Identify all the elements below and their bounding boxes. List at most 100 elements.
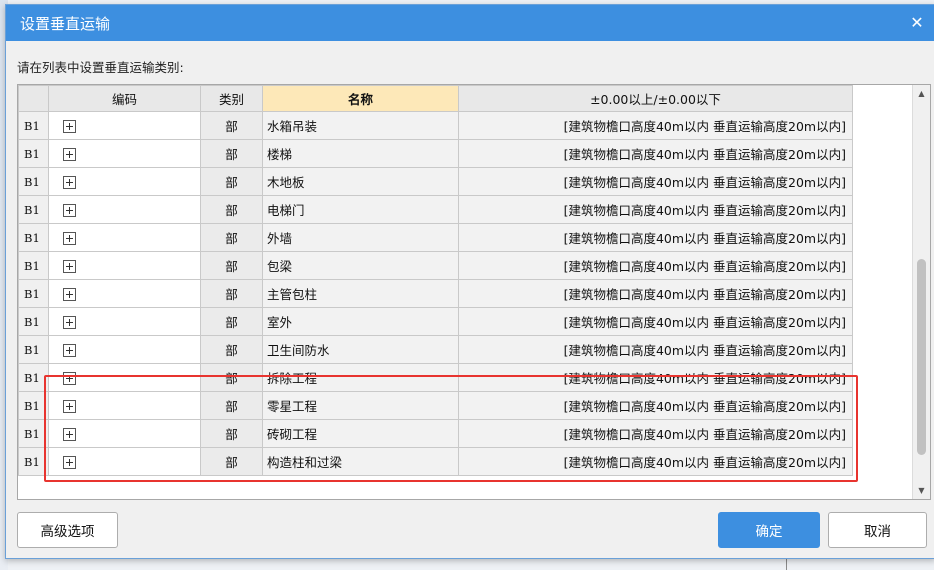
spec-cell[interactable]: [建筑物檐口高度40m以内 垂直运输高度20m以内] — [458, 419, 853, 448]
name-cell[interactable]: 木地板 — [262, 167, 459, 196]
row-id[interactable]: B1 — [18, 167, 49, 196]
row-id[interactable]: B1 — [18, 251, 49, 280]
row-id[interactable]: B1 — [18, 419, 49, 448]
expand-icon[interactable] — [63, 260, 76, 273]
expand-icon[interactable] — [63, 232, 76, 245]
code-cell[interactable] — [48, 195, 201, 224]
table-row[interactable]: B1 部水箱吊装 [建筑物檐口高度40m以内 垂直运输高度20m以内] — [18, 111, 853, 140]
category-cell[interactable]: 部 — [200, 447, 263, 476]
row-id[interactable]: B1 — [18, 111, 49, 140]
row-id[interactable]: B1 — [18, 391, 49, 420]
category-cell[interactable]: 部 — [200, 195, 263, 224]
row-id[interactable]: B1 — [18, 447, 49, 476]
spec-cell[interactable]: [建筑物檐口高度40m以内 垂直运输高度20m以内] — [458, 335, 853, 364]
advanced-options-button[interactable]: 高级选项 — [17, 512, 118, 548]
table-row[interactable]: B1 部主管包柱 [建筑物檐口高度40m以内 垂直运输高度20m以内] — [18, 279, 853, 308]
spec-cell[interactable]: [建筑物檐口高度40m以内 垂直运输高度20m以内] — [458, 139, 853, 168]
expand-icon[interactable] — [63, 148, 76, 161]
scroll-up-icon[interactable]: ▲ — [913, 85, 930, 102]
category-cell[interactable]: 部 — [200, 167, 263, 196]
expand-icon[interactable] — [63, 204, 76, 217]
name-cell[interactable]: 构造柱和过梁 — [262, 447, 459, 476]
category-cell[interactable]: 部 — [200, 223, 263, 252]
category-cell[interactable]: 部 — [200, 307, 263, 336]
spec-cell[interactable]: [建筑物檐口高度40m以内 垂直运输高度20m以内] — [458, 223, 853, 252]
scroll-down-icon[interactable]: ▼ — [913, 482, 930, 499]
expand-icon[interactable] — [63, 372, 76, 385]
table-row[interactable]: B1 部外墙 [建筑物檐口高度40m以内 垂直运输高度20m以内] — [18, 223, 853, 252]
spec-cell[interactable]: [建筑物檐口高度40m以内 垂直运输高度20m以内] — [458, 167, 853, 196]
name-cell[interactable]: 主管包柱 — [262, 279, 459, 308]
category-cell[interactable]: 部 — [200, 363, 263, 392]
spec-cell[interactable]: [建筑物檐口高度40m以内 垂直运输高度20m以内] — [458, 279, 853, 308]
table-row[interactable]: B1 部拆除工程 [建筑物檐口高度40m以内 垂直运输高度20m以内] — [18, 363, 853, 392]
expand-icon[interactable] — [63, 344, 76, 357]
expand-icon[interactable] — [63, 120, 76, 133]
name-cell[interactable]: 砖砌工程 — [262, 419, 459, 448]
row-id[interactable]: B1 — [18, 363, 49, 392]
category-cell[interactable]: 部 — [200, 391, 263, 420]
name-cell[interactable]: 楼梯 — [262, 139, 459, 168]
name-cell[interactable]: 零星工程 — [262, 391, 459, 420]
code-cell[interactable] — [48, 251, 201, 280]
row-id[interactable]: B1 — [18, 139, 49, 168]
name-cell[interactable]: 电梯门 — [262, 195, 459, 224]
row-id[interactable]: B1 — [18, 307, 49, 336]
column-header-category[interactable]: 类别 — [200, 85, 263, 112]
table-row[interactable]: B1 部室外 [建筑物檐口高度40m以内 垂直运输高度20m以内] — [18, 307, 853, 336]
code-cell[interactable] — [48, 447, 201, 476]
spec-cell[interactable]: [建筑物檐口高度40m以内 垂直运输高度20m以内] — [458, 363, 853, 392]
category-cell[interactable]: 部 — [200, 335, 263, 364]
row-id[interactable]: B1 — [18, 195, 49, 224]
table-row[interactable]: B1 部构造柱和过梁 [建筑物檐口高度40m以内 垂直运输高度20m以内] — [18, 447, 853, 476]
category-cell[interactable]: 部 — [200, 279, 263, 308]
expand-icon[interactable] — [63, 428, 76, 441]
expand-icon[interactable] — [63, 288, 76, 301]
code-cell[interactable] — [48, 307, 201, 336]
table-row[interactable]: B1 部砖砌工程 [建筑物檐口高度40m以内 垂直运输高度20m以内] — [18, 419, 853, 448]
code-cell[interactable] — [48, 279, 201, 308]
code-cell[interactable] — [48, 223, 201, 252]
ok-button[interactable]: 确定 — [718, 512, 820, 548]
table-row[interactable]: B1 部木地板 [建筑物檐口高度40m以内 垂直运输高度20m以内] — [18, 167, 853, 196]
name-cell[interactable]: 卫生间防水 — [262, 335, 459, 364]
row-id[interactable]: B1 — [18, 335, 49, 364]
expand-icon[interactable] — [63, 400, 76, 413]
table-row[interactable]: B1 部零星工程 [建筑物檐口高度40m以内 垂直运输高度20m以内] — [18, 391, 853, 420]
expand-icon[interactable] — [63, 176, 76, 189]
category-cell[interactable]: 部 — [200, 139, 263, 168]
close-icon[interactable]: ✕ — [907, 13, 927, 33]
spec-cell[interactable]: [建筑物檐口高度40m以内 垂直运输高度20m以内] — [458, 307, 853, 336]
category-cell[interactable]: 部 — [200, 419, 263, 448]
code-cell[interactable] — [48, 139, 201, 168]
table-row[interactable]: B1 部楼梯 [建筑物檐口高度40m以内 垂直运输高度20m以内] — [18, 139, 853, 168]
name-cell[interactable]: 拆除工程 — [262, 363, 459, 392]
code-cell[interactable] — [48, 335, 201, 364]
spec-cell[interactable]: [建筑物檐口高度40m以内 垂直运输高度20m以内] — [458, 111, 853, 140]
table-row[interactable]: B1 部包梁 [建筑物檐口高度40m以内 垂直运输高度20m以内] — [18, 251, 853, 280]
code-cell[interactable] — [48, 419, 201, 448]
row-id[interactable]: B1 — [18, 279, 49, 308]
table-row[interactable]: B1 部卫生间防水 [建筑物檐口高度40m以内 垂直运输高度20m以内] — [18, 335, 853, 364]
scrollbar-thumb[interactable] — [917, 259, 926, 455]
name-cell[interactable]: 包梁 — [262, 251, 459, 280]
spec-cell[interactable]: [建筑物檐口高度40m以内 垂直运输高度20m以内] — [458, 251, 853, 280]
expand-icon[interactable] — [63, 316, 76, 329]
name-cell[interactable]: 室外 — [262, 307, 459, 336]
cancel-button[interactable]: 取消 — [828, 512, 927, 548]
name-cell[interactable]: 水箱吊装 — [262, 111, 459, 140]
category-cell[interactable]: 部 — [200, 111, 263, 140]
spec-cell[interactable]: [建筑物檐口高度40m以内 垂直运输高度20m以内] — [458, 195, 853, 224]
vertical-scrollbar[interactable]: ▲ ▼ — [912, 85, 930, 499]
code-cell[interactable] — [48, 391, 201, 420]
row-id[interactable]: B1 — [18, 223, 49, 252]
category-cell[interactable]: 部 — [200, 251, 263, 280]
code-cell[interactable] — [48, 111, 201, 140]
column-header-code[interactable]: 编码 — [48, 85, 201, 112]
code-cell[interactable] — [48, 167, 201, 196]
column-header-name[interactable]: 名称 — [262, 85, 459, 112]
spec-cell[interactable]: [建筑物檐口高度40m以内 垂直运输高度20m以内] — [458, 447, 853, 476]
code-cell[interactable] — [48, 363, 201, 392]
table-row[interactable]: B1 部电梯门 [建筑物檐口高度40m以内 垂直运输高度20m以内] — [18, 195, 853, 224]
name-cell[interactable]: 外墙 — [262, 223, 459, 252]
